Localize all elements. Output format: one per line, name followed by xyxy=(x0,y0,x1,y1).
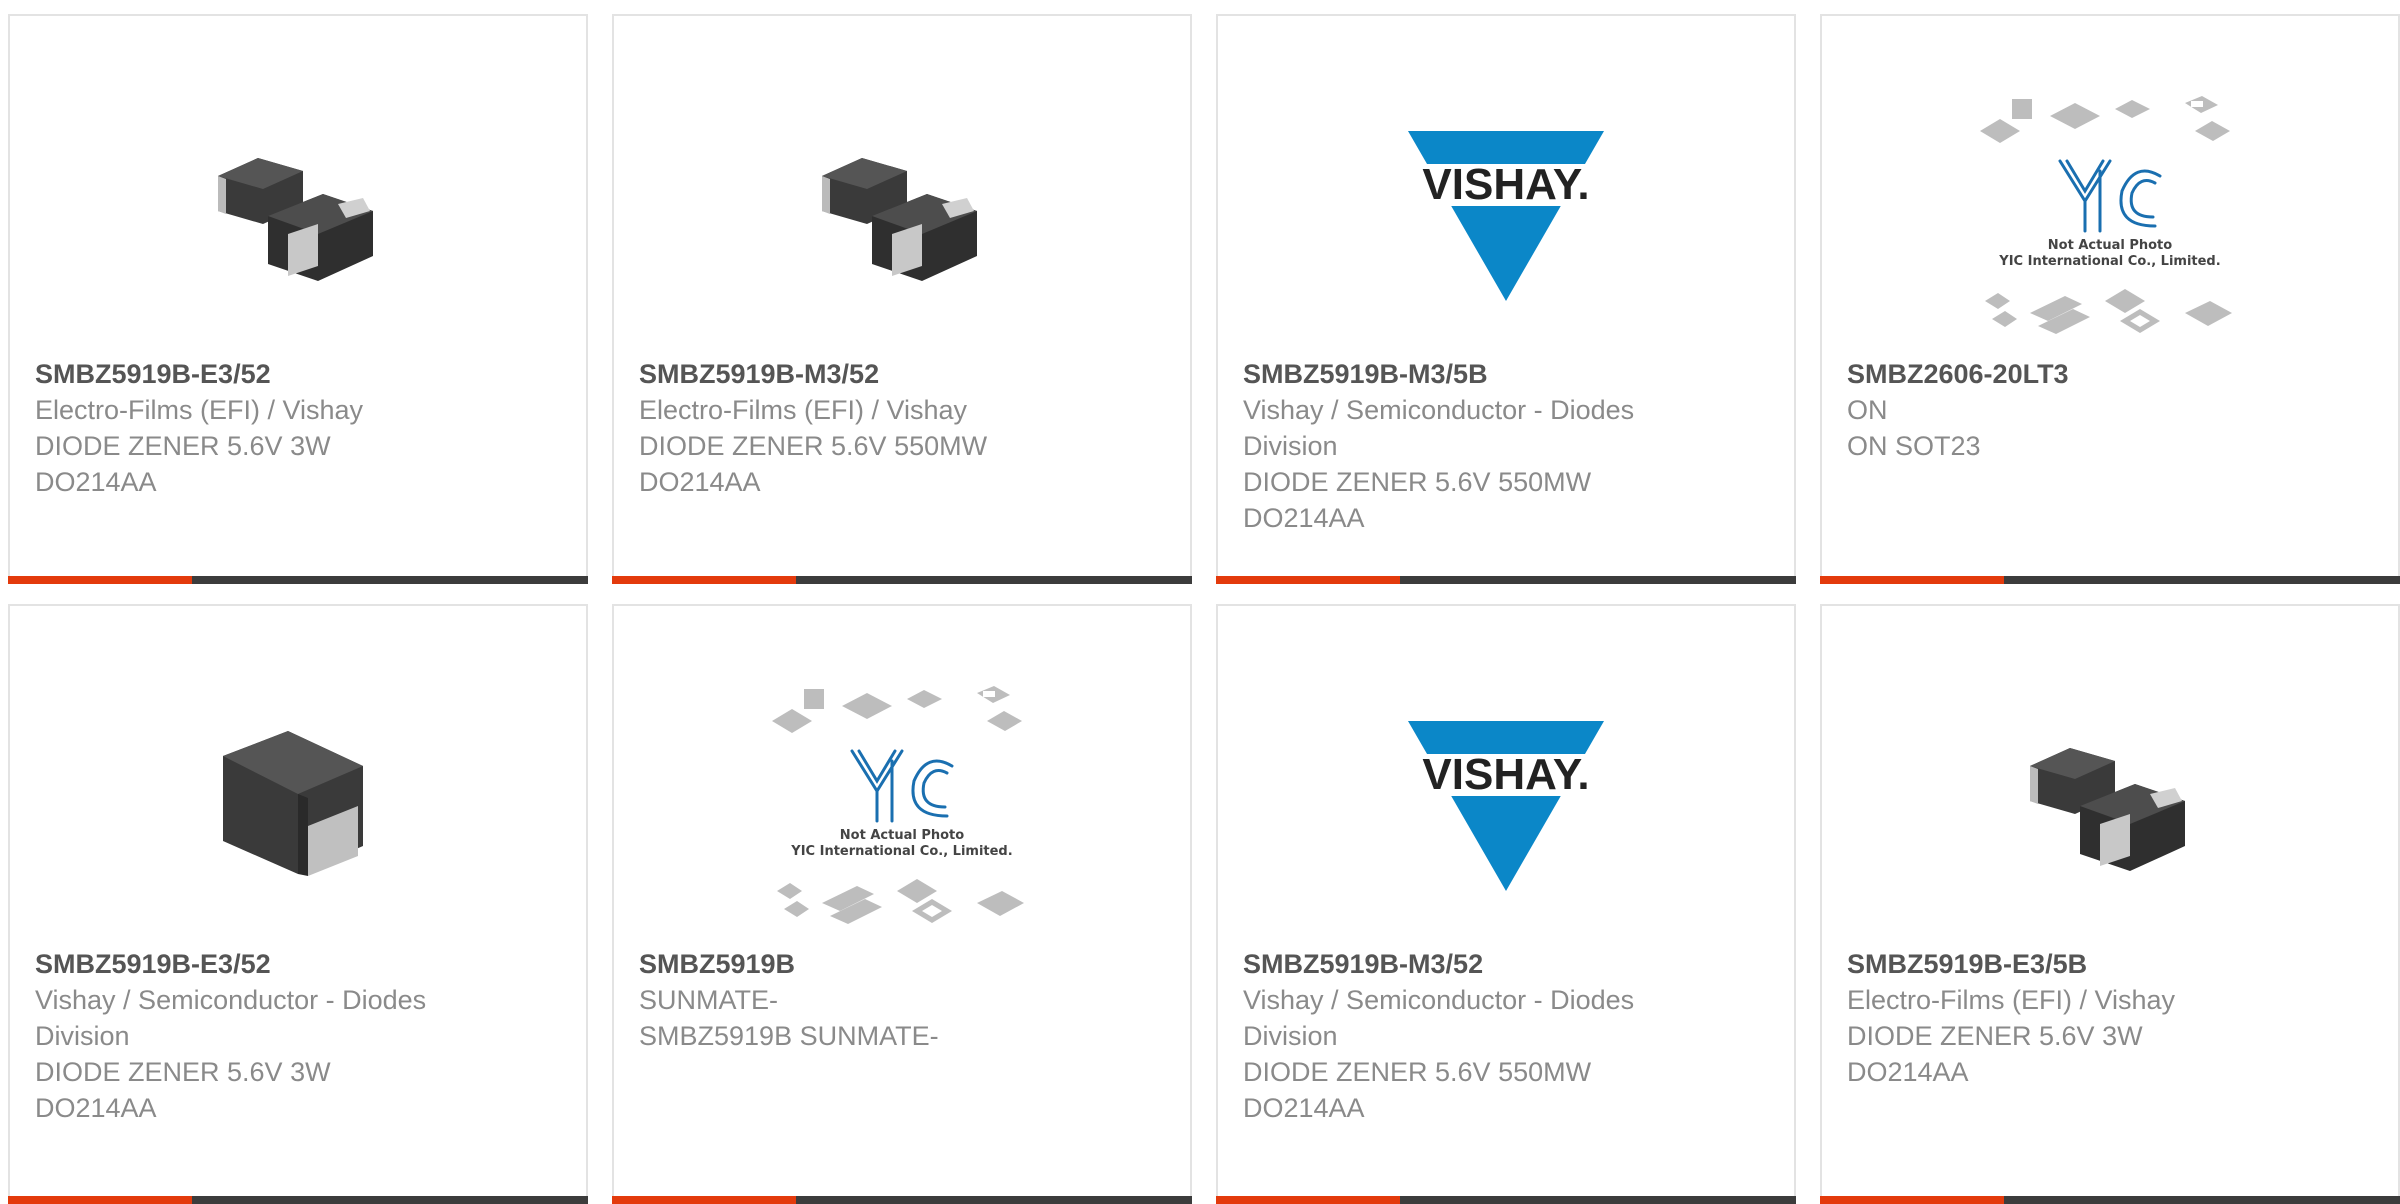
product-detail-line: DIODE ZENER 5.6V 550MW xyxy=(1243,1057,1592,1087)
product-detail-line: ON SOT23 xyxy=(1847,431,1981,461)
product-thumbnail[interactable] xyxy=(10,661,586,951)
product-detail-line: Vishay / Semiconductor - Diodes xyxy=(1243,985,1635,1015)
product-detail-line: DIODE ZENER 5.6V 3W xyxy=(1847,1021,2143,1051)
part-number[interactable]: SMBZ5919B xyxy=(639,946,1109,982)
card-accent-stripe xyxy=(8,1196,192,1204)
product-info: SMBZ5919B-M3/5B Vishay / Semiconductor - … xyxy=(1243,356,1713,536)
product-detail-line: Vishay / Semiconductor - Diodes xyxy=(1243,395,1635,425)
vishay-logo: VISHAY. xyxy=(1406,721,1606,891)
product-detail-line: Vishay / Semiconductor - Diodes xyxy=(35,985,427,1015)
product-detail-line: DIODE ZENER 5.6V 3W xyxy=(35,1057,331,1087)
product-card[interactable]: SMBZ5919B-E3/52 Electro-Films (EFI) / Vis… xyxy=(8,14,588,584)
svg-text:VISHAY.: VISHAY. xyxy=(1422,160,1589,209)
product-thumbnail[interactable]: Not Actual Photo YIC International Co., … xyxy=(614,661,1190,951)
card-accent-stripe xyxy=(1216,1196,1400,1204)
part-number[interactable]: SMBZ5919B-E3/52 xyxy=(35,946,505,982)
part-number[interactable]: SMBZ5919B-E3/52 xyxy=(35,356,505,392)
product-detail-line: Division xyxy=(1243,1021,1338,1051)
smb-two-diodes-icon xyxy=(198,116,398,316)
part-number[interactable]: SMBZ2606-20LT3 xyxy=(1847,356,2317,392)
product-detail-line: DO214AA xyxy=(35,467,157,497)
card-accent-stripe xyxy=(612,576,796,584)
product-info: SMBZ5919B-E3/52 Electro-Films (EFI) / Vis… xyxy=(35,356,505,500)
yic-placeholder-image: Not Actual Photo YIC International Co., … xyxy=(1980,96,2232,334)
product-thumbnail[interactable]: VISHAY. xyxy=(1218,71,1794,361)
card-footer-bar xyxy=(612,576,1192,584)
product-detail-line: DIODE ZENER 5.6V 550MW xyxy=(1243,467,1592,497)
svg-text:Not Actual Photo: Not Actual Photo xyxy=(2048,238,2172,253)
product-detail-line: Division xyxy=(35,1021,130,1051)
svg-text:YIC International Co., Limited: YIC International Co., Limited. xyxy=(1998,254,2220,269)
svg-text:YIC International Co., Limited: YIC International Co., Limited. xyxy=(790,844,1012,859)
part-number[interactable]: SMBZ5919B-M3/5B xyxy=(1243,356,1713,392)
product-detail-line: DO214AA xyxy=(1243,1093,1365,1123)
product-detail-line: DIODE ZENER 5.6V 3W xyxy=(35,431,331,461)
card-accent-stripe xyxy=(8,576,192,584)
card-accent-stripe xyxy=(1216,576,1400,584)
product-card[interactable]: VISHAY. SMBZ5919B-M3/5B Vishay / Semicond… xyxy=(1216,14,1796,584)
product-info: SMBZ5919B SUNMATE- SMBZ5919B SUNMATE- xyxy=(639,946,1109,1054)
product-card[interactable]: SMBZ5919B-E3/52 Vishay / Semiconductor - … xyxy=(8,604,588,1204)
product-info: SMBZ5919B-E3/5B Electro-Films (EFI) / Vis… xyxy=(1847,946,2317,1090)
product-info: SMBZ5919B-M3/52 Vishay / Semiconductor - … xyxy=(1243,946,1713,1126)
product-detail-line: DO214AA xyxy=(35,1093,157,1123)
product-thumbnail[interactable] xyxy=(614,71,1190,361)
part-number[interactable]: SMBZ5919B-E3/5B xyxy=(1847,946,2317,982)
smb-single-diode-icon xyxy=(198,706,398,906)
product-info: SMBZ5919B-E3/52 Vishay / Semiconductor - … xyxy=(35,946,505,1126)
card-footer-bar xyxy=(1216,1196,1796,1204)
product-thumbnail[interactable] xyxy=(10,71,586,361)
product-detail-line: Division xyxy=(1243,431,1338,461)
product-detail-line: DIODE ZENER 5.6V 550MW xyxy=(639,431,988,461)
product-card[interactable]: Not Actual Photo YIC International Co., … xyxy=(612,604,1192,1204)
product-card[interactable]: SMBZ5919B-M3/52 Electro-Films (EFI) / Vis… xyxy=(612,14,1192,584)
product-grid: SMBZ5919B-E3/52 Electro-Films (EFI) / Vis… xyxy=(0,0,2400,1204)
product-thumbnail[interactable] xyxy=(1822,661,2398,951)
part-number[interactable]: SMBZ5919B-M3/52 xyxy=(1243,946,1713,982)
svg-text:VISHAY.: VISHAY. xyxy=(1422,750,1589,799)
card-footer-bar xyxy=(1216,576,1796,584)
product-detail-line: ON xyxy=(1847,395,1888,425)
product-detail-line: DO214AA xyxy=(1847,1057,1969,1087)
product-detail-line: Electro-Films (EFI) / Vishay xyxy=(35,395,364,425)
product-detail-line: DO214AA xyxy=(1243,503,1365,533)
card-accent-stripe xyxy=(612,1196,796,1204)
part-number[interactable]: SMBZ5919B-M3/52 xyxy=(639,356,1109,392)
product-card[interactable]: Not Actual Photo YIC International Co., … xyxy=(1820,14,2400,584)
product-thumbnail[interactable]: VISHAY. xyxy=(1218,661,1794,951)
card-footer-bar xyxy=(612,1196,1192,1204)
vishay-logo: VISHAY. xyxy=(1406,131,1606,301)
smb-two-diodes-icon xyxy=(2010,706,2210,906)
product-detail-line: Electro-Films (EFI) / Vishay xyxy=(1847,985,2176,1015)
smb-two-diodes-icon xyxy=(802,116,1002,316)
card-accent-stripe xyxy=(1820,1196,2004,1204)
card-footer-bar xyxy=(1820,1196,2400,1204)
card-footer-bar xyxy=(8,576,588,584)
card-accent-stripe xyxy=(1820,576,2004,584)
yic-placeholder-image: Not Actual Photo YIC International Co., … xyxy=(772,686,1024,924)
product-card[interactable]: VISHAY. SMBZ5919B-M3/52 Vishay / Semicond… xyxy=(1216,604,1796,1204)
card-footer-bar xyxy=(1820,576,2400,584)
product-card[interactable]: SMBZ5919B-E3/5B Electro-Films (EFI) / Vis… xyxy=(1820,604,2400,1204)
product-detail-line: Electro-Films (EFI) / Vishay xyxy=(639,395,968,425)
product-detail-line: DO214AA xyxy=(639,467,761,497)
product-thumbnail[interactable]: Not Actual Photo YIC International Co., … xyxy=(1822,71,2398,361)
svg-text:Not Actual Photo: Not Actual Photo xyxy=(840,828,964,843)
product-detail-line: SMBZ5919B SUNMATE- xyxy=(639,1021,939,1051)
product-detail-line: SUNMATE- xyxy=(639,985,778,1015)
product-info: SMBZ2606-20LT3 ON ON SOT23 xyxy=(1847,356,2317,464)
card-footer-bar xyxy=(8,1196,588,1204)
product-info: SMBZ5919B-M3/52 Electro-Films (EFI) / Vis… xyxy=(639,356,1109,500)
